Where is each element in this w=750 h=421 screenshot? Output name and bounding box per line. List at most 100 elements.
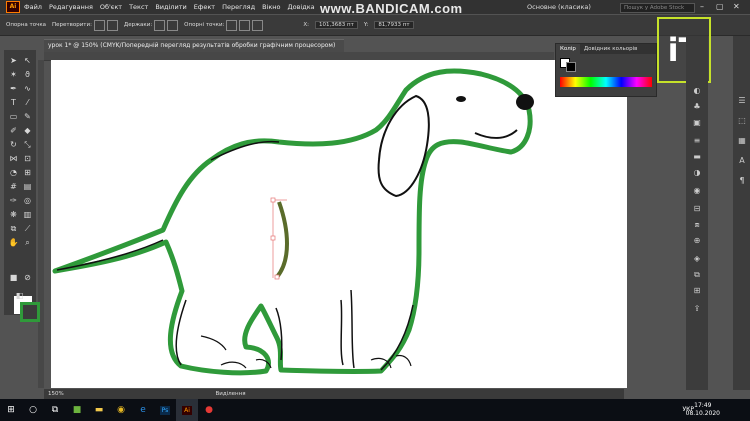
cut-path-button[interactable]	[252, 19, 264, 31]
artboard-tool-icon[interactable]: ⧉	[8, 223, 19, 234]
illustrator-taskbar-icon[interactable]: Ai	[176, 399, 198, 421]
mesh-tool-icon[interactable]: #	[8, 181, 19, 192]
free-transform-tool-icon[interactable]: ⊡	[22, 153, 33, 164]
libraries-icon[interactable]: ⬚	[737, 116, 747, 126]
handles-label: Держаки:	[123, 22, 153, 28]
menu-item[interactable]: Об'єкт	[100, 3, 122, 11]
stroke-icon[interactable]: ≡	[692, 136, 702, 146]
slice-tool-icon[interactable]: ⟋	[22, 223, 33, 234]
menu-item[interactable]: Перегляд	[222, 3, 255, 11]
stock-search-input[interactable]: Пошук у Adobe Stock	[620, 3, 695, 13]
task-view-icon[interactable]: ⧉	[44, 399, 66, 421]
paragraph-icon[interactable]: ¶	[737, 176, 747, 186]
pathfinder-icon[interactable]: ⧈	[692, 220, 702, 230]
symbol-sprayer-tool-icon[interactable]: ❋	[8, 209, 19, 220]
menu-item[interactable]: Ефект	[194, 3, 215, 11]
windows-start-icon[interactable]: ⊞	[0, 399, 22, 421]
menu-item[interactable]: Файл	[24, 3, 42, 11]
menu-item[interactable]: Редагування	[49, 3, 93, 11]
type-tool-icon[interactable]: T	[8, 97, 19, 108]
lasso-tool-icon[interactable]: ϑ	[22, 69, 33, 80]
search-icon[interactable]: ○	[22, 399, 44, 421]
maximize-button[interactable]: ▢	[716, 2, 724, 11]
edge-icon[interactable]: e	[132, 399, 154, 421]
menu-item[interactable]: Виділити	[155, 3, 186, 11]
drawing-mode-icon[interactable]: ◧	[14, 290, 25, 301]
eyedropper-tool-icon[interactable]: ✑	[8, 195, 19, 206]
appearance-icon[interactable]: ◉	[692, 186, 702, 196]
convert-smooth-button[interactable]	[106, 19, 118, 31]
chrome-icon[interactable]: ◉	[110, 399, 132, 421]
connect-anchor-button[interactable]	[239, 19, 251, 31]
asset-export-icon[interactable]: ⇪	[692, 304, 702, 314]
character-icon[interactable]: A	[737, 156, 747, 166]
gradient-tool-icon[interactable]: ▤	[22, 181, 33, 192]
blend-tool-icon[interactable]: ◎	[22, 195, 33, 206]
show-handles-button[interactable]	[154, 19, 166, 31]
rectangle-tool-icon[interactable]: ▭	[8, 111, 19, 122]
tab-color-guide[interactable]: Довідник кольорів	[580, 44, 642, 54]
rotate-tool-icon[interactable]: ↻	[8, 139, 19, 150]
photoshop-icon[interactable]: Ps	[154, 399, 176, 421]
transform-icon[interactable]: ⊕	[692, 236, 702, 246]
minimize-button[interactable]: –	[700, 2, 704, 11]
convert-corner-button[interactable]	[93, 19, 105, 31]
width-tool-icon[interactable]: ⋈	[8, 153, 19, 164]
paintbrush-tool-icon[interactable]: ✎	[22, 111, 33, 122]
zoom-level[interactable]: 150%	[44, 391, 64, 397]
stroke-swatch[interactable]	[20, 302, 40, 322]
swatches-icon[interactable]: ▦	[737, 136, 747, 146]
right-panel-dock: ◐ ♣ ▣ ≡ ▬ ◑ ◉ ⊟ ⧈ ⊕ ◈ ⧉ ⊞ ⇪	[686, 36, 708, 390]
artboard[interactable]	[51, 60, 627, 388]
color-mode-icon[interactable]: ■	[8, 272, 19, 283]
hide-handles-button[interactable]	[167, 19, 179, 31]
menu-item[interactable]: Текст	[129, 3, 148, 11]
clock-time: 17:49	[694, 402, 712, 409]
properties-icon[interactable]: ☰	[737, 96, 747, 106]
remove-anchor-button[interactable]	[226, 19, 238, 31]
none-color-icon[interactable]: ⊘	[22, 272, 33, 283]
magic-wand-tool-icon[interactable]: ✶	[8, 69, 19, 80]
layers-icon[interactable]: ◈	[692, 254, 702, 264]
store-icon[interactable]: ■	[66, 399, 88, 421]
file-explorer-icon[interactable]: ▬	[88, 399, 110, 421]
links-icon[interactable]: ⊞	[692, 286, 702, 296]
bandicam-icon[interactable]: ●	[198, 399, 220, 421]
brushes-icon[interactable]: ◐	[692, 86, 702, 96]
gradient-icon[interactable]: ▬	[692, 152, 702, 162]
close-button[interactable]: ✕	[733, 2, 740, 11]
right-panel-dock-secondary: ☰ ⬚ ▦ A ¶	[733, 36, 750, 390]
status-bar: 150% Виділення	[44, 389, 624, 399]
scale-tool-icon[interactable]: ⤡	[22, 139, 33, 150]
color-spectrum[interactable]	[560, 77, 652, 87]
line-tool-icon[interactable]: ⁄	[22, 97, 33, 108]
document-tab[interactable]: урок 1* @ 150% (CMYK/Попередній перегляд…	[44, 39, 344, 52]
curvature-tool-icon[interactable]: ∿	[22, 83, 33, 94]
symbols-icon[interactable]: ♣	[692, 102, 702, 112]
eraser-tool-icon[interactable]: ◆	[22, 125, 33, 136]
shaper-tool-icon[interactable]: ✐	[8, 125, 19, 136]
hand-tool-icon[interactable]: ✋	[8, 237, 19, 248]
y-field[interactable]: 81,7933 пт	[374, 21, 414, 29]
dog-nose	[516, 94, 534, 110]
x-field[interactable]: 101,3683 пт	[315, 21, 358, 29]
vertical-ruler	[38, 60, 44, 388]
menu-item[interactable]: Довідка	[288, 3, 315, 11]
menu-item[interactable]: Вікно	[262, 3, 280, 11]
system-clock[interactable]: 17:49 08.10.2020	[686, 402, 720, 418]
stroke-color-chip[interactable]	[566, 62, 576, 72]
color-panel: Колір Довідник кольорів	[555, 43, 657, 97]
workspace-switcher[interactable]: Основне (класика)	[527, 3, 591, 11]
tab-color[interactable]: Колір	[556, 44, 580, 54]
zoom-tool-icon[interactable]: ⌕	[22, 237, 33, 248]
shape-builder-tool-icon[interactable]: ◔	[8, 167, 19, 178]
transparency-icon[interactable]: ◑	[692, 168, 702, 178]
align-icon[interactable]: ⊟	[692, 204, 702, 214]
direct-selection-tool-icon[interactable]: ↖	[22, 55, 33, 66]
graph-tool-icon[interactable]: ▥	[22, 209, 33, 220]
artboards-icon[interactable]: ⧉	[692, 270, 702, 280]
selection-tool-icon[interactable]: ➤	[8, 55, 19, 66]
pen-tool-icon[interactable]: ✒	[8, 83, 19, 94]
perspective-tool-icon[interactable]: ⊞	[22, 167, 33, 178]
graphic-styles-icon[interactable]: ▣	[692, 118, 702, 128]
